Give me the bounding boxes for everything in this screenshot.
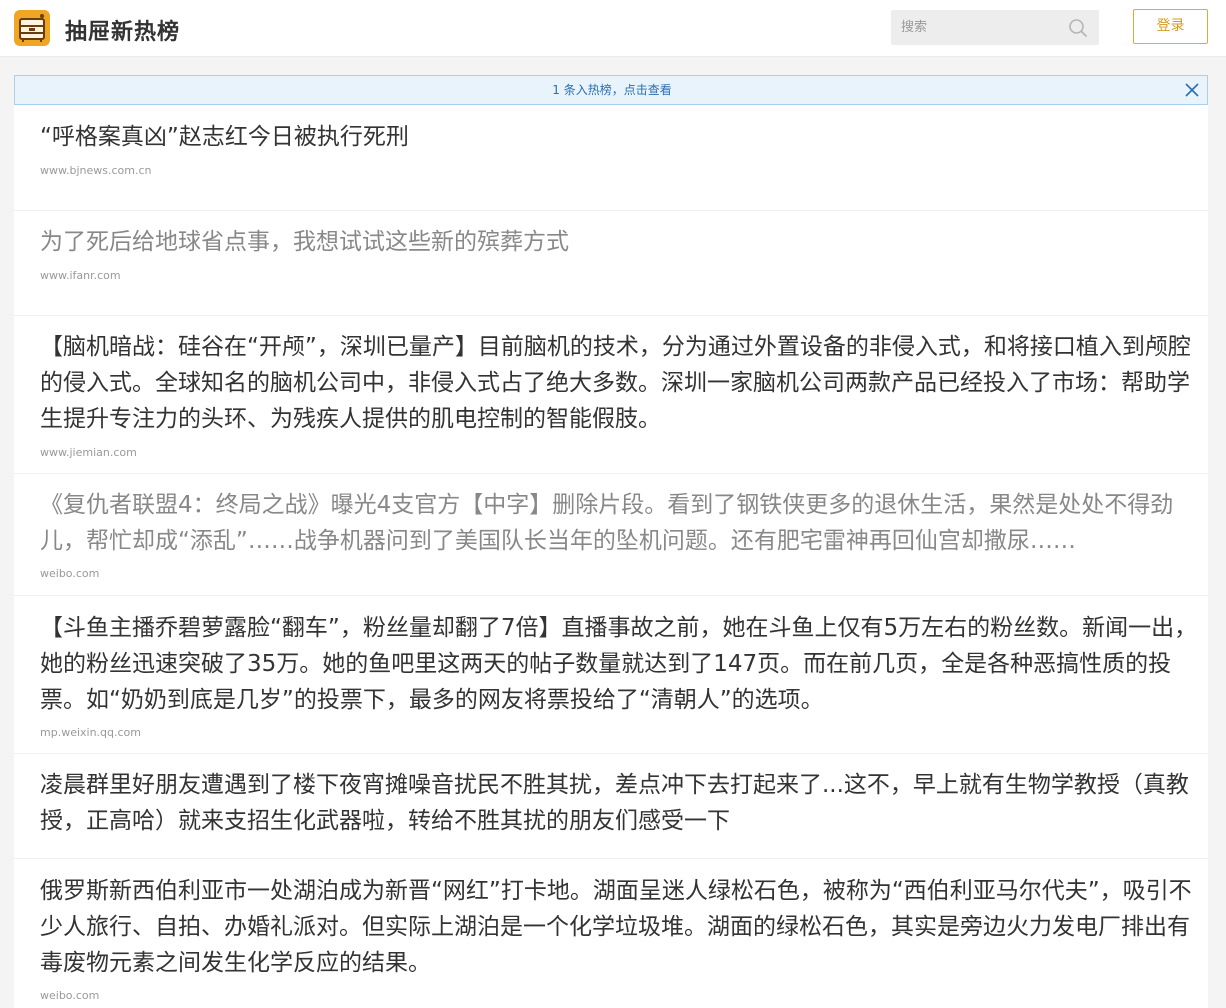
list-item[interactable]: 【斗鱼主播乔碧萝露脸“翻车”，粉丝量却翻了7倍】直播事故之前，她在斗鱼上仅有5万… [14,596,1208,754]
list-item[interactable]: 《复仇者联盟4：终局之战》曝光4支官方【中字】删除片段。看到了钢铁侠更多的退休生… [14,474,1208,596]
login-button[interactable]: 登录 [1133,9,1208,44]
item-title[interactable]: 凌晨群里好朋友遭遇到了楼下夜宵摊噪音扰民不胜其扰，差点冲下去打起来了...这不，… [40,767,1200,839]
item-title[interactable]: 《复仇者联盟4：终局之战》曝光4支官方【中字】删除片段。看到了钢铁侠更多的退休生… [40,487,1200,559]
item-title[interactable]: 为了死后给地球省点事，我想试试这些新的殡葬方式 [40,224,1200,260]
drawer-logo-icon[interactable] [14,10,50,46]
item-title[interactable]: 【脑机暗战：硅谷在“开颅”，深圳已量产】目前脑机的技术，分为通过外置设备的非侵入… [40,329,1200,437]
item-source[interactable]: www.jiemian.com [40,446,137,460]
item-title[interactable]: 俄罗斯新西伯利亚市一处湖泊成为新晋“网红”打卡地。湖面呈迷人绿松石色，被称为“西… [40,873,1200,981]
top-bar: 抽屉新热榜 登录 [0,0,1226,57]
item-title[interactable]: “呼格案真凶”赵志红今日被执行死刑 [40,119,1200,155]
list-item[interactable]: 为了死后给地球省点事，我想试试这些新的殡葬方式 www.ifanr.com [14,211,1208,316]
list-item[interactable]: “呼格案真凶”赵志红今日被执行死刑 www.bjnews.com.cn [14,105,1208,211]
notice-text[interactable]: 1 条入热榜，点击查看 [15,76,1209,105]
item-source[interactable]: www.bjnews.com.cn [40,164,152,178]
search-box [891,10,1099,45]
site-title[interactable]: 抽屉新热榜 [65,14,180,46]
news-list: “呼格案真凶”赵志红今日被执行死刑 www.bjnews.com.cn 为了死后… [14,105,1208,1008]
item-source[interactable]: weibo.com [40,989,99,1003]
item-source[interactable]: www.ifanr.com [40,269,121,283]
new-hot-notice-bar[interactable]: 1 条入热榜，点击查看 [14,75,1208,105]
list-item[interactable]: 凌晨群里好朋友遭遇到了楼下夜宵摊噪音扰民不胜其扰，差点冲下去打起来了...这不，… [14,754,1208,859]
list-item[interactable]: 俄罗斯新西伯利亚市一处湖泊成为新晋“网红”打卡地。湖面呈迷人绿松石色，被称为“西… [14,859,1208,1008]
search-icon[interactable] [1068,18,1088,38]
list-item[interactable]: 【脑机暗战：硅谷在“开颅”，深圳已量产】目前脑机的技术，分为通过外置设备的非侵入… [14,316,1208,474]
item-source[interactable]: weibo.com [40,567,99,581]
item-source[interactable]: mp.weixin.qq.com [40,726,141,740]
item-title[interactable]: 【斗鱼主播乔碧萝露脸“翻车”，粉丝量却翻了7倍】直播事故之前，她在斗鱼上仅有5万… [40,610,1200,718]
search-input[interactable] [891,10,1071,45]
close-icon[interactable] [1184,82,1200,98]
